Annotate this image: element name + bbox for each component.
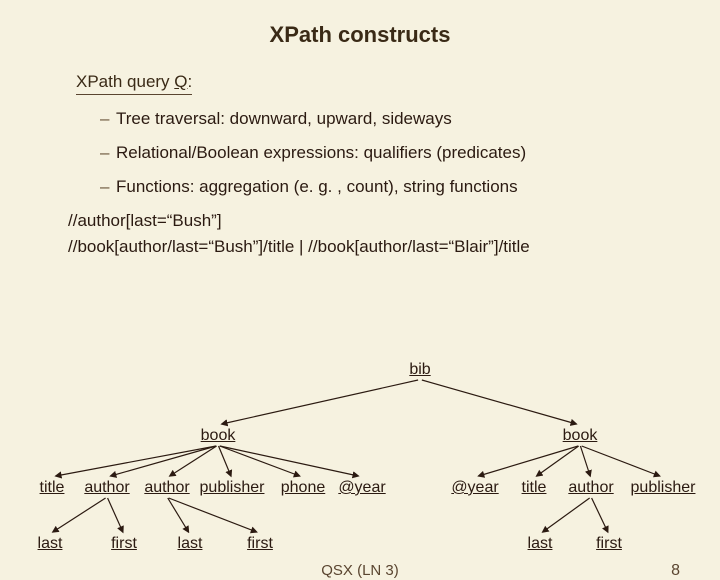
query-heading: XPath query Q: (76, 72, 192, 95)
bullet-item: Relational/Boolean expressions: qualifie… (100, 143, 684, 163)
tree-node-title1: title (40, 479, 65, 497)
tree-node-auth2: author (144, 479, 189, 497)
query-var: Q (174, 72, 187, 91)
bullet-item: Tree traversal: downward, upward, sidewa… (100, 109, 684, 129)
tree-node-pub2: publisher (631, 479, 696, 497)
tree-node-title2: title (522, 479, 547, 497)
tree-node-year1: @year (338, 479, 385, 497)
bullet-list: Tree traversal: downward, upward, sidewa… (100, 109, 684, 197)
tree-node-book2: book (563, 427, 598, 445)
tree-node-first2: first (247, 535, 273, 553)
tree-node-phone: phone (281, 479, 326, 497)
footer-center: QSX (LN 3) (321, 562, 399, 579)
xpath-example-1: //author[last=“Bush”] (68, 211, 684, 231)
tree-node-bib: bib (409, 361, 430, 379)
query-suffix: : (188, 72, 193, 91)
query-prefix: XPath query (76, 72, 174, 91)
tree-node-first3: first (596, 535, 622, 553)
tree-node-pub1: publisher (200, 479, 265, 497)
tree-node-last2: last (178, 535, 203, 553)
tree-node-auth3: author (568, 479, 613, 497)
tree-node-last1: last (38, 535, 63, 553)
tree-node-auth1: author (84, 479, 129, 497)
bullet-item: Functions: aggregation (e. g. , count), … (100, 177, 684, 197)
slide-title: XPath constructs (36, 22, 684, 48)
xpath-example-2: //book[author/last=“Bush”]/title | //boo… (68, 237, 684, 257)
tree-node-first1: first (111, 535, 137, 553)
code-block: //author[last=“Bush”] //book[author/last… (68, 211, 684, 257)
tree-node-book1: book (201, 427, 236, 445)
tree-node-year2: @year (451, 479, 498, 497)
page-number: 8 (671, 562, 680, 580)
tree-node-last3: last (528, 535, 553, 553)
